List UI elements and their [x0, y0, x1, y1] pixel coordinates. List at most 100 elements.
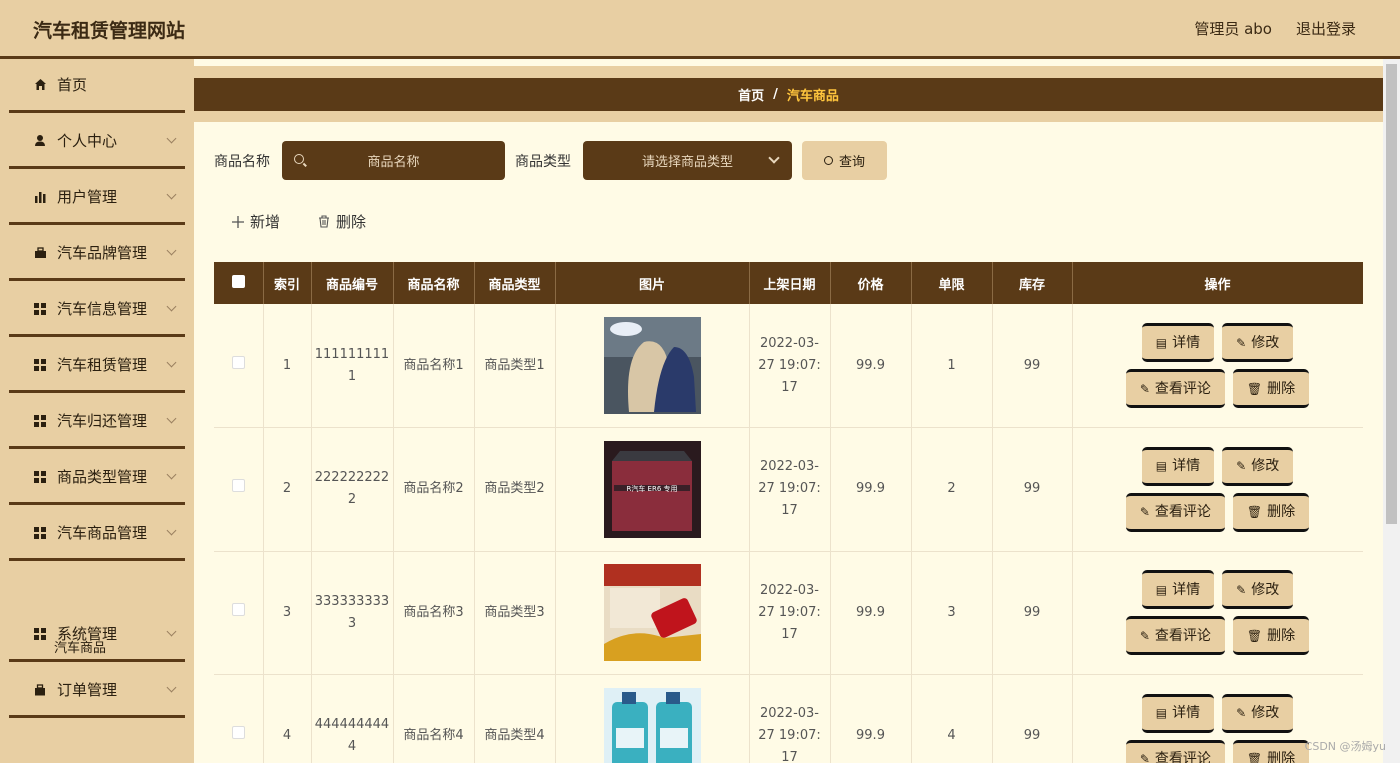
edit-button[interactable]: ✎ 修改 — [1222, 693, 1294, 733]
grid-icon — [33, 526, 47, 540]
cell-image — [555, 551, 750, 675]
sidebar-item-system[interactable]: 系统管理 — [9, 608, 185, 662]
cell-date: 2022-03-27 19:07:17 — [749, 551, 831, 675]
detail-label: 详情 — [1172, 581, 1201, 598]
cell-price: 99.9 — [830, 674, 912, 763]
reviews-label: 查看评论 — [1154, 751, 1211, 763]
scrollbar-thumb[interactable] — [1386, 64, 1397, 524]
select-all-checkbox[interactable] — [231, 274, 245, 288]
cell-code: 2222222222 — [311, 427, 394, 552]
product-image[interactable] — [556, 687, 749, 763]
sidebar-item-orders[interactable]: 订单管理 — [9, 664, 185, 718]
document-icon: ▤ — [1155, 706, 1168, 721]
product-image[interactable] — [556, 317, 749, 414]
edit-label: 修改 — [1251, 334, 1280, 351]
row-checkbox[interactable] — [231, 355, 245, 369]
chevron-down-icon — [166, 682, 177, 693]
row-checkbox[interactable] — [231, 479, 245, 493]
page-scrollbar[interactable] — [1383, 59, 1400, 763]
cell-stock: 99 — [992, 304, 1073, 428]
plus-icon — [232, 215, 244, 228]
detail-button[interactable]: ▤ 详情 — [1141, 323, 1215, 362]
view-reviews-button[interactable]: ✎ 查看评论 — [1125, 616, 1225, 656]
pencil-icon: ✎ — [1139, 505, 1150, 520]
sidebar-item-brands[interactable]: 汽车品牌管理 — [9, 227, 185, 281]
search-icon — [823, 156, 833, 165]
chevron-down-icon — [166, 301, 177, 312]
add-button[interactable]: 新增 — [232, 211, 280, 232]
sidebar-item-home[interactable]: 首页 — [9, 59, 185, 113]
row-delete-label: 删除 — [1267, 627, 1296, 644]
grid-icon — [33, 414, 47, 428]
sidebar-item-users[interactable]: 用户管理 — [9, 171, 185, 225]
sidebar-item-label: 汽车品牌管理 — [57, 244, 148, 262]
product-image[interactable] — [556, 564, 749, 662]
pencil-icon: ✎ — [1139, 381, 1150, 396]
cell-index: 1 — [263, 304, 312, 428]
select-all-cell[interactable] — [214, 262, 264, 304]
sidebar-item-label: 汽车商品管理 — [57, 524, 148, 542]
table-row: 3 3333333333 商品名称3 商品类型3 2022-03-27 19:0… — [214, 551, 1363, 675]
edit-button[interactable]: ✎ 修改 — [1222, 323, 1294, 362]
row-select-cell[interactable] — [214, 551, 264, 675]
cell-type: 商品类型4 — [474, 674, 556, 763]
cell-ops: ▤ 详情 ✎ 修改 ✎ 查看评论 🗑 删除 — [1072, 551, 1363, 675]
cell-name: 商品名称2 — [393, 427, 475, 552]
cell-limit: 2 — [911, 427, 993, 552]
row-delete-button[interactable]: 🗑 删除 — [1232, 616, 1310, 656]
row-delete-button[interactable]: 🗑 删除 — [1232, 369, 1310, 408]
trash-icon — [318, 215, 330, 228]
row-checkbox[interactable] — [231, 602, 245, 616]
cell-image — [555, 304, 750, 428]
breadcrumb-bar: 首页 / 汽车商品 — [194, 66, 1383, 122]
breadcrumb-current: 汽车商品 — [786, 89, 839, 104]
sidebar-item-label: 用户管理 — [57, 188, 118, 206]
detail-button[interactable]: ▤ 详情 — [1141, 446, 1215, 486]
product-table: 索引 商品编号 商品名称 商品类型 图片 上架日期 价格 单限 库存 操作 1 … — [214, 262, 1363, 763]
product-image[interactable]: R汽车 ER6 专用 — [556, 440, 749, 538]
detail-button[interactable]: ▤ 详情 — [1141, 570, 1215, 610]
sidebar-item-return[interactable]: 汽车归还管理 — [9, 395, 185, 449]
breadcrumb-home[interactable]: 首页 — [738, 85, 764, 104]
bar-chart-icon — [33, 190, 47, 204]
edit-button[interactable]: ✎ 修改 — [1222, 446, 1294, 486]
view-reviews-button[interactable]: ✎ 查看评论 — [1125, 369, 1225, 408]
row-delete-button[interactable]: 🗑 删除 — [1232, 739, 1310, 763]
view-reviews-button[interactable]: ✎ 查看评论 — [1125, 492, 1225, 532]
view-reviews-button[interactable]: ✎ 查看评论 — [1125, 739, 1225, 763]
admin-label[interactable]: 管理员 abo — [1194, 18, 1272, 39]
sidebar-item-rental[interactable]: 汽车租赁管理 — [9, 339, 185, 393]
app-title: 汽车租赁管理网站 — [33, 20, 186, 42]
edit-label: 修改 — [1251, 581, 1280, 598]
pencil-icon: ✎ — [1236, 582, 1247, 597]
edit-button[interactable]: ✎ 修改 — [1222, 570, 1294, 610]
top-header: 汽车租赁管理网站 管理员 abo 退出登录 — [0, 0, 1400, 59]
grid-icon — [33, 470, 47, 484]
sidebar-item-car-info[interactable]: 汽车信息管理 — [9, 283, 185, 337]
row-select-cell[interactable] — [214, 427, 264, 552]
query-button[interactable]: 查询 — [802, 141, 887, 180]
sidebar-item-profile[interactable]: 个人中心 — [9, 115, 185, 169]
header-code: 商品编号 — [311, 262, 394, 304]
detail-button[interactable]: ▤ 详情 — [1141, 693, 1215, 733]
row-select-cell[interactable] — [214, 304, 264, 428]
row-checkbox[interactable] — [231, 726, 245, 740]
sidebar-item-product-types[interactable]: 商品类型管理 — [9, 451, 185, 505]
row-delete-button[interactable]: 🗑 删除 — [1232, 492, 1310, 532]
sidebar-item-label: 系统管理 — [57, 625, 118, 643]
type-select[interactable]: 请选择商品类型 — [583, 141, 792, 180]
header-type: 商品类型 — [474, 262, 556, 304]
chevron-down-icon — [166, 469, 177, 480]
document-icon: ▤ — [1155, 335, 1168, 350]
sidebar-item-car-products[interactable]: 汽车商品管理 — [9, 507, 185, 561]
reviews-label: 查看评论 — [1154, 627, 1211, 644]
type-label: 商品类型 — [515, 153, 571, 170]
chevron-down-icon — [166, 357, 177, 368]
detail-label: 详情 — [1172, 458, 1201, 475]
name-search-input[interactable]: 商品名称 — [282, 141, 505, 180]
cell-stock: 99 — [992, 427, 1073, 552]
row-select-cell[interactable] — [214, 674, 264, 763]
logout-link[interactable]: 退出登录 — [1296, 18, 1356, 39]
batch-delete-button[interactable]: 删除 — [318, 211, 366, 232]
table-row: 2 2222222222 商品名称2 商品类型2 R汽车 ER6 专用 2022… — [214, 427, 1363, 552]
